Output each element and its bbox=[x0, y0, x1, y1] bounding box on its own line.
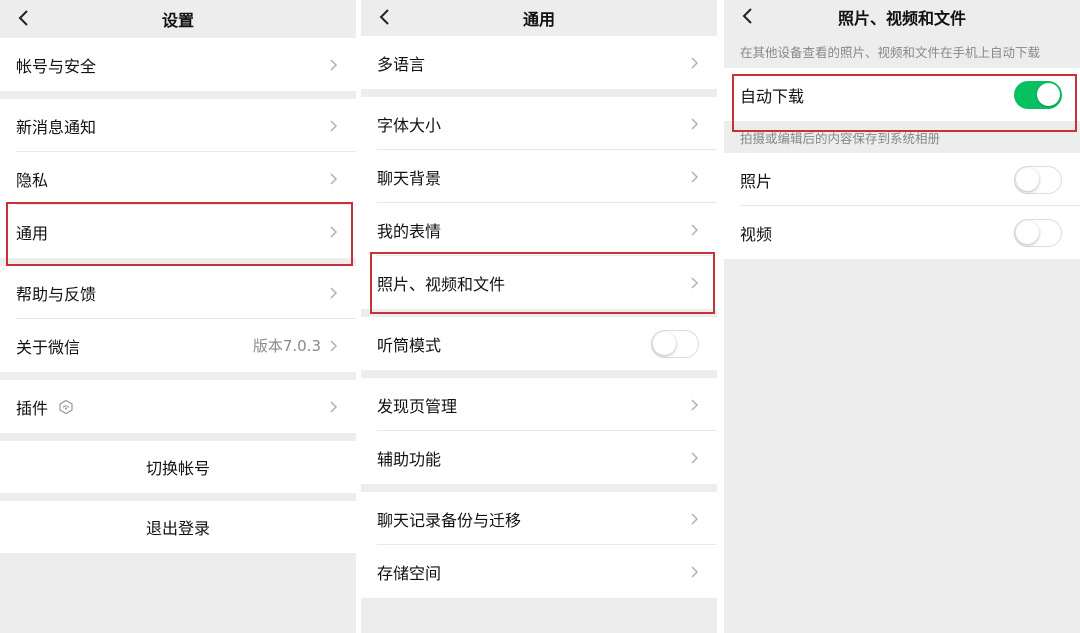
back-chevron-icon bbox=[379, 9, 389, 25]
general-item-chat-bg[interactable]: 聊天背景 bbox=[361, 150, 717, 203]
page-title: 通用 bbox=[522, 10, 555, 29]
item-label: 存储空间 bbox=[377, 563, 442, 583]
save-videos-item[interactable]: 视频 bbox=[724, 206, 1080, 259]
settings-item-privacy[interactable]: 隐私 bbox=[0, 152, 356, 205]
item-label: 关于微信 bbox=[16, 337, 81, 357]
chevron-right-icon bbox=[329, 119, 338, 133]
auto-download-item[interactable]: 自动下载 bbox=[724, 68, 1080, 121]
back-chevron-icon bbox=[742, 8, 752, 24]
back-button[interactable] bbox=[14, 8, 34, 28]
general-item-backup[interactable]: 聊天记录备份与迁移 bbox=[361, 492, 717, 545]
switch-account-label: 切换帐号 bbox=[145, 459, 210, 478]
item-label: 我的表情 bbox=[377, 221, 442, 241]
save-photos-toggle[interactable] bbox=[1014, 165, 1062, 194]
chevron-right-icon bbox=[329, 58, 338, 72]
chevron-right-icon bbox=[690, 223, 699, 237]
general-item-storage[interactable]: 存储空间 bbox=[361, 545, 717, 598]
switch-account-button[interactable]: 切换帐号 bbox=[0, 441, 356, 493]
item-label: 插件 bbox=[16, 398, 49, 418]
general-item-accessibility[interactable]: 辅助功能 bbox=[361, 431, 717, 484]
item-label: 新消息通知 bbox=[16, 117, 97, 137]
item-label: 聊天背景 bbox=[377, 168, 442, 188]
settings-item-plugins[interactable]: 插件 bbox=[0, 380, 356, 433]
settings-item-help[interactable]: 帮助与反馈 bbox=[0, 266, 356, 319]
settings-item-notify[interactable]: 新消息通知 bbox=[0, 99, 356, 152]
page-title: 照片、视频和文件 bbox=[837, 9, 966, 28]
save-photos-item[interactable]: 照片 bbox=[724, 153, 1080, 206]
general-item-media[interactable]: 照片、视频和文件 bbox=[361, 256, 717, 309]
item-label: 隐私 bbox=[16, 170, 49, 190]
settings-item-general[interactable]: 通用 bbox=[0, 205, 356, 258]
auto-download-toggle[interactable] bbox=[1014, 80, 1062, 109]
general-item-earpiece[interactable]: 听筒模式 bbox=[361, 317, 717, 370]
chevron-right-icon bbox=[690, 451, 699, 465]
settings-item-account[interactable]: 帐号与安全 bbox=[0, 38, 356, 91]
logout-label: 退出登录 bbox=[145, 519, 210, 538]
item-label: 照片、视频和文件 bbox=[377, 274, 506, 294]
item-label: 帐号与安全 bbox=[16, 56, 97, 76]
save-to-album-note: 拍摄或编辑后的内容保存到系统相册 bbox=[740, 130, 941, 146]
item-label: 聊天记录备份与迁移 bbox=[377, 510, 522, 530]
item-label: 字体大小 bbox=[377, 115, 442, 135]
item-label: 照片 bbox=[740, 171, 773, 191]
back-button[interactable] bbox=[738, 6, 758, 26]
item-label: 发现页管理 bbox=[377, 396, 458, 416]
item-label: 辅助功能 bbox=[377, 449, 442, 469]
earpiece-toggle[interactable] bbox=[651, 329, 699, 358]
chevron-right-icon bbox=[690, 56, 699, 70]
item-label: 帮助与反馈 bbox=[16, 284, 97, 304]
chevron-right-icon bbox=[690, 565, 699, 579]
version-value: 版本7.0.3 bbox=[252, 337, 321, 355]
logout-button[interactable]: 退出登录 bbox=[0, 501, 356, 553]
item-label: 听筒模式 bbox=[377, 335, 442, 355]
chevron-right-icon bbox=[329, 286, 338, 300]
page-title: 设置 bbox=[161, 11, 194, 30]
general-item-language[interactable]: 多语言 bbox=[361, 36, 717, 89]
general-item-font[interactable]: 字体大小 bbox=[361, 97, 717, 150]
auto-download-note: 在其他设备查看的照片、视频和文件在手机上自动下载 bbox=[740, 44, 1041, 60]
back-button[interactable] bbox=[375, 7, 395, 27]
chevron-right-icon bbox=[690, 512, 699, 526]
item-label: 多语言 bbox=[377, 54, 426, 74]
chevron-right-icon bbox=[690, 276, 699, 290]
general-item-stickers[interactable]: 我的表情 bbox=[361, 203, 717, 256]
settings-navbar: 设置 bbox=[0, 0, 356, 38]
chevron-right-icon bbox=[329, 172, 338, 186]
item-label: 通用 bbox=[16, 223, 49, 243]
plugin-hexagon-icon bbox=[58, 399, 74, 415]
chevron-right-icon bbox=[690, 117, 699, 131]
media-navbar: 照片、视频和文件 bbox=[724, 0, 1080, 34]
item-label: 视频 bbox=[740, 224, 773, 244]
settings-screen: 设置 帐号与安全 新消息通知 隐私 通用 帮助与反馈 关于微信 版本7.0.3 … bbox=[0, 0, 356, 633]
media-screen: 照片、视频和文件 在其他设备查看的照片、视频和文件在手机上自动下载 自动下载 拍… bbox=[724, 0, 1080, 633]
chevron-right-icon bbox=[690, 398, 699, 412]
chevron-right-icon bbox=[329, 400, 338, 414]
back-chevron-icon bbox=[18, 10, 28, 26]
chevron-right-icon bbox=[329, 225, 338, 239]
save-videos-toggle[interactable] bbox=[1014, 218, 1062, 247]
general-navbar: 通用 bbox=[361, 0, 717, 36]
general-screen: 通用 多语言 字体大小 聊天背景 我的表情 照片、视频和文件 听筒模式 发现页管… bbox=[361, 0, 717, 633]
general-item-discover[interactable]: 发现页管理 bbox=[361, 378, 717, 431]
settings-item-about[interactable]: 关于微信 版本7.0.3 bbox=[0, 319, 356, 372]
chevron-right-icon bbox=[329, 339, 338, 353]
item-label: 自动下载 bbox=[740, 86, 805, 106]
chevron-right-icon bbox=[690, 170, 699, 184]
